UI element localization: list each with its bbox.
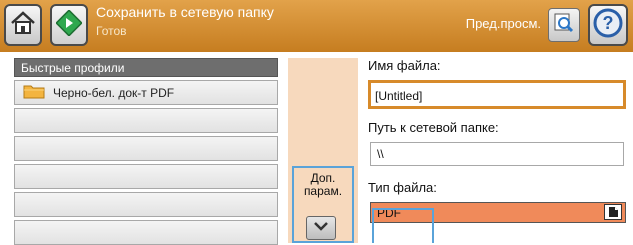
help-icon: ? <box>593 8 623 43</box>
svg-text:?: ? <box>603 13 614 33</box>
network-path-label: Путь к сетевой папке: <box>368 120 499 135</box>
file-name-field[interactable]: [Untitled] <box>368 80 626 109</box>
scan-to-network-screen: Сохранить в сетевую папку Готов Пред.про… <box>0 0 633 245</box>
preview-label: Пред.просм. <box>465 16 541 31</box>
file-name-label: Имя файла: <box>368 58 441 73</box>
start-button[interactable] <box>50 4 88 46</box>
help-button[interactable]: ? <box>588 4 628 46</box>
status-text: Готов <box>96 24 127 38</box>
home-button[interactable] <box>4 4 42 46</box>
file-type-label: Тип файла: <box>368 180 437 195</box>
preview-button[interactable] <box>548 8 580 42</box>
document-icon <box>604 204 622 220</box>
profile-item-empty[interactable] <box>14 192 278 217</box>
start-icon <box>55 8 83 41</box>
folder-icon <box>23 83 45 102</box>
header-bar: Сохранить в сетевую папку Готов Пред.про… <box>0 0 633 52</box>
scroll-down-button[interactable] <box>306 216 336 240</box>
quick-profiles-panel: Быстрые профили Черно-бел. док-т PDF <box>14 58 278 245</box>
page-title: Сохранить в сетевую папку <box>96 4 274 20</box>
profile-item-bw-pdf[interactable]: Черно-бел. док-т PDF <box>14 80 278 105</box>
file-type-highlight <box>372 208 434 243</box>
profile-item-empty[interactable] <box>14 108 278 133</box>
profile-item-empty[interactable] <box>14 136 278 161</box>
profile-item-empty[interactable] <box>14 220 278 245</box>
home-icon <box>10 10 36 40</box>
more-options-button[interactable]: Доп. парам. <box>296 172 350 198</box>
profile-item-label: Черно-бел. док-т PDF <box>53 85 175 100</box>
profile-item-empty[interactable] <box>14 164 278 189</box>
quick-profiles-header: Быстрые профили <box>14 58 278 77</box>
chevron-down-icon <box>313 219 329 237</box>
network-path-field[interactable]: \\ <box>370 142 624 166</box>
magnifier-icon <box>553 12 575 39</box>
